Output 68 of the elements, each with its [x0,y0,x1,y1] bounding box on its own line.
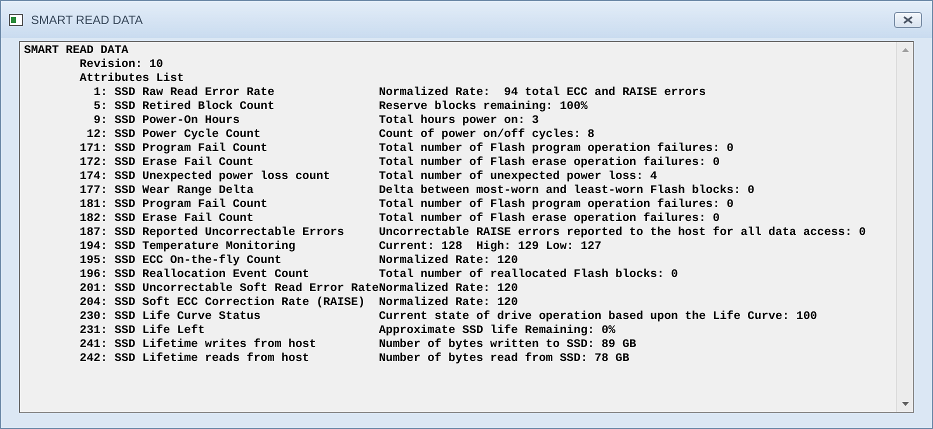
attribute-description: Normalized Rate: 120 [378,296,518,310]
scrollbar[interactable] [896,42,913,412]
attribute-id: 174: [78,170,108,184]
attribute-id: 187: [78,226,108,240]
attribute-name: SSD Uncorrectable Soft Read Error Rate [113,282,379,296]
attribute-name: SSD Power Cycle Count [113,128,262,142]
attribute-description: Normalized Rate: 94 total ECC and RAISE errors [378,86,706,100]
attribute-description: Delta between most-worn and least-worn Flash blocks: 0 [378,184,755,198]
attribute-id: 9: [92,114,108,128]
attribute-name: SSD Power-On Hours [113,114,241,128]
attribute-id: 231: [78,324,108,338]
attribute-name: SSD Temperature Monitoring [113,240,296,254]
attribute-id: 182: [78,212,108,226]
attribute-id: 12: [86,128,108,142]
attribute-id: 5: [92,100,108,114]
attribute-id: 177: [78,184,108,198]
attribute-name: SSD Erase Fail Count [113,212,255,226]
attribute-id: 181: [78,198,108,212]
attribute-id: 201: [78,282,108,296]
attribute-name: SSD Life Left [113,324,206,338]
attribute-name: SSD Wear Range Delta [113,184,255,198]
attribute-description: Total number of unexpected power loss: 4 [378,170,658,184]
attribute-name: SSD Reallocation Event Count [113,268,310,282]
attribute-name: SSD Reported Uncorrectable Errors [113,226,346,240]
attribute-id: 194: [78,240,108,254]
attribute-description: Total number of Flash erase operation failures: 0 [378,212,720,226]
revision-text: Revision: 10 [80,58,164,71]
attribute-name: SSD Retired Block Count [113,100,276,114]
attribute-id: 204: [78,296,108,310]
attribute-id: 196: [78,268,108,282]
attribute-id: 242: [78,352,108,366]
report-heading: SMART READ DATA [24,44,128,58]
close-icon [903,16,913,24]
attribute-id: 1: [92,86,108,100]
attribute-name: SSD Program Fail Count [113,142,268,156]
attribute-name: SSD Unexpected power loss count [113,170,332,184]
attribute-id: 172: [78,156,108,170]
attribute-description: Current: 128 High: 129 Low: 127 [378,240,602,254]
attribute-description: Reserve blocks remaining: 100% [378,100,588,114]
attribute-description: Current state of drive operation based upon the Life Curve: 100 [378,310,818,324]
attribute-name: SSD Life Curve Status [113,310,262,324]
attribute-description: Total hours power on: 3 [378,114,539,128]
attribute-name: SSD ECC On-the-fly Count [113,254,282,268]
attribute-description: Total number of Flash erase operation failures: 0 [378,156,720,170]
attribute-id: 230: [78,310,108,324]
attribute-name: SSD Program Fail Count [113,198,268,212]
window-icon [9,14,23,26]
close-button[interactable] [894,12,922,28]
attribute-description: Total number of Flash program operation failures: 0 [378,198,734,212]
attribute-name: SSD Soft ECC Correction Rate (RAISE) [113,296,366,310]
attribute-description: Total number of Flash program operation failures: 0 [378,142,734,156]
attribute-description: Number of bytes written to SSD: 89 GB [378,338,636,352]
attribute-id: 195: [78,254,108,268]
attribute-description: Count of power on/off cycles: 8 [378,128,594,142]
attribute-description: Approximate SSD life Remaining: 0% [378,324,616,338]
attribute-description: Normalized Rate: 120 [378,254,518,268]
attribute-description: Uncorrectable RAISE errors reported to the host for all data access: 0 [378,226,866,240]
attribute-description: Total number of reallocated Flash blocks: 0 [378,268,678,282]
attribute-id: 241: [78,338,108,352]
attribute-name: SSD Lifetime reads from host [113,352,310,366]
attribute-name: SSD Lifetime writes from host [113,338,318,352]
window-title: SMART READ DATA [31,12,143,28]
attribute-id: 171: [78,142,108,156]
attribute-description: Number of bytes read from SSD: 78 GB [378,352,630,366]
attribute-name: SSD Raw Read Error Rate [113,86,276,100]
attribute-description: Normalized Rate: 120 [378,282,518,296]
attribute-name: SSD Erase Fail Count [113,156,255,170]
list-title: Attributes List [80,72,184,85]
